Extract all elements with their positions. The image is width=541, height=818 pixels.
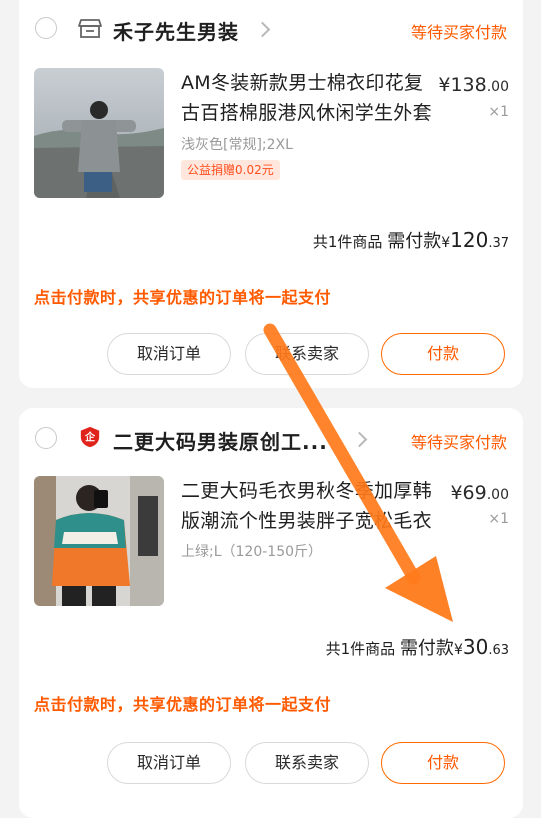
product-sku: 浅灰色[常规];2XL [181, 137, 293, 153]
order-card: 禾子先生男装 等待买家付款 AM冬装新款男士棉衣印花复古百搭棉服港风休闲学生外套… [19, 0, 523, 388]
charity-tag: 公益捐赠0.02元 [181, 160, 280, 180]
combined-payment-notice: 点击付款时，共享优惠的订单将一起支付 [34, 695, 332, 714]
shop-name[interactable]: 二更大码男装原创工... [113, 426, 328, 455]
product-price: ¥69.00 [450, 482, 509, 504]
cancel-order-button[interactable]: 取消订单 [107, 333, 231, 375]
svg-text:企: 企 [84, 431, 96, 444]
order-status: 等待买家付款 [410, 23, 507, 42]
contact-seller-button[interactable]: 联系卖家 [245, 742, 369, 784]
combined-payment-notice: 点击付款时，共享优惠的订单将一起支付 [34, 288, 332, 307]
product-quantity: ×1 [488, 104, 509, 120]
select-order-radio[interactable] [35, 17, 57, 39]
pay-button[interactable]: 付款 [381, 333, 505, 375]
chevron-right-icon[interactable] [254, 21, 271, 38]
contact-seller-button[interactable]: 联系卖家 [245, 333, 369, 375]
brand-shield-icon: 企 [80, 426, 100, 448]
order-card: 企 二更大码男装原创工... 等待买家付款 二更大码毛衣男秋冬季加厚韩版潮流个性… [19, 408, 523, 818]
order-status: 等待买家付款 [410, 433, 507, 452]
store-icon [78, 19, 102, 38]
payment-summary: 共1件商品 需付款¥120.37 [312, 228, 509, 252]
product-title[interactable]: AM冬装新款男士棉衣印花复古百搭棉服港风休闲学生外套 [181, 68, 433, 128]
product-image[interactable] [34, 68, 164, 198]
select-order-radio[interactable] [35, 427, 57, 449]
chevron-right-icon[interactable] [351, 431, 368, 448]
product-image[interactable] [34, 476, 164, 606]
product-price: ¥138.00 [438, 74, 509, 96]
product-title[interactable]: 二更大码毛衣男秋冬季加厚韩版潮流个性男装胖子宽松毛衣 [181, 476, 433, 536]
payment-summary: 共1件商品 需付款¥30.63 [325, 635, 509, 659]
product-sku: 上绿;L（120-150斤） [181, 544, 323, 560]
cancel-order-button[interactable]: 取消订单 [107, 742, 231, 784]
pay-button[interactable]: 付款 [381, 742, 505, 784]
product-quantity: ×1 [488, 511, 509, 527]
shop-name[interactable]: 禾子先生男装 [113, 16, 239, 45]
